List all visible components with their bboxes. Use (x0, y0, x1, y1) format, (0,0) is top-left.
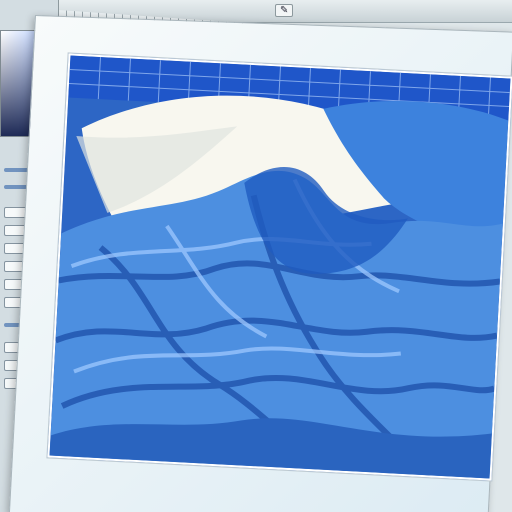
bed-illustration (49, 55, 511, 479)
image-editor-window: ✎ 0 0 % % 0 0 % (0, 0, 512, 512)
document-tab[interactable]: ✎ (275, 4, 294, 17)
bed-artwork[interactable] (47, 53, 512, 481)
